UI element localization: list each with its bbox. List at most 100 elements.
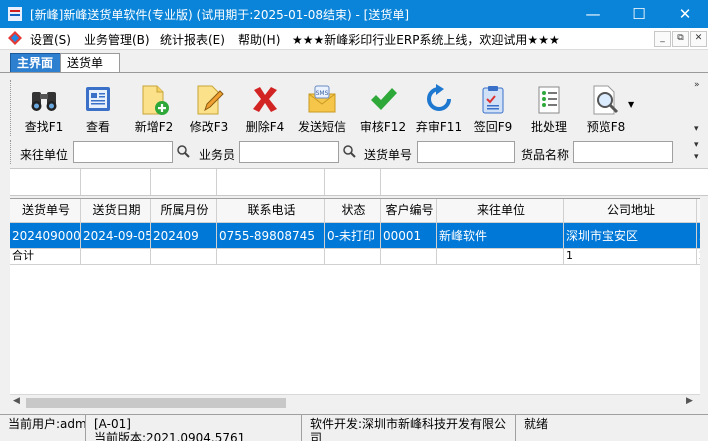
filter-customize-icon[interactable]: ▾ xyxy=(694,152,699,162)
delete-button[interactable]: 删除F4 xyxy=(238,80,292,136)
salesman-label: 业务员 xyxy=(199,148,236,162)
check-icon xyxy=(371,88,397,110)
menu-business[interactable]: 业务管理(B) xyxy=(84,31,150,48)
grid-filter-row[interactable] xyxy=(10,168,708,196)
menu-reports[interactable]: 统计报表(E) xyxy=(160,31,225,48)
column-header[interactable]: 客户编号 xyxy=(381,199,437,223)
goods-name-label: 货品名称 xyxy=(521,148,570,162)
grid-filter-cell[interactable] xyxy=(150,169,217,195)
column-header[interactable]: 状态 xyxy=(325,199,381,223)
cell-customer-no[interactable]: 00001 xyxy=(381,223,437,249)
new-document-icon xyxy=(142,85,169,115)
delete-icon xyxy=(253,87,277,112)
scroll-left-icon[interactable]: ◀ xyxy=(13,396,20,406)
unapprove-button[interactable]: 弃审F11 xyxy=(412,80,466,136)
menu-settings[interactable]: 设置(S) xyxy=(30,31,71,48)
grid-filter-cell[interactable] xyxy=(10,169,81,195)
customer-input[interactable] xyxy=(73,141,173,163)
grid-filter-cell[interactable] xyxy=(216,169,325,195)
cell-month[interactable]: 202409 xyxy=(151,223,217,249)
cell-order-no[interactable]: 2024090001 xyxy=(10,223,81,249)
salesman-search-icon[interactable] xyxy=(342,144,356,158)
column-header[interactable]: 送货日期 xyxy=(81,199,151,223)
goods-name-input[interactable] xyxy=(573,141,673,163)
approve-label: 审核F12 xyxy=(359,120,407,134)
cell-extra[interactable]: 2 xyxy=(697,223,700,249)
grid-filter-cell[interactable] xyxy=(324,169,381,195)
total-extra: 2 xyxy=(697,249,700,265)
tab-strip: 主界面 送货单 xyxy=(0,50,708,73)
status-state: 就绪 xyxy=(524,417,549,431)
customer-search-icon[interactable] xyxy=(176,144,190,158)
new-button[interactable]: 新增F2 xyxy=(128,80,180,136)
grid-filter-cell[interactable] xyxy=(80,169,151,195)
find-button[interactable]: 查找F1 xyxy=(16,80,72,136)
toolbar-customize-icon[interactable]: ▾ xyxy=(694,124,699,134)
order-no-label: 送货单号 xyxy=(364,148,413,162)
tab-delivery-order[interactable]: 送货单 xyxy=(60,53,120,72)
batch-button[interactable]: 批处理 xyxy=(522,80,576,136)
cell-phone[interactable]: 0755-89808745 xyxy=(217,223,325,249)
table-row[interactable]: 2024090001 2024-09-05 202409 0755-898087… xyxy=(10,223,700,249)
cell-address[interactable]: 深圳市宝安区 xyxy=(564,223,697,249)
sign-back-button[interactable]: 签回F9 xyxy=(466,80,520,136)
customer-label: 来往单位 xyxy=(20,148,69,162)
toolbar-grip[interactable] xyxy=(10,80,13,136)
column-header[interactable]: 所属月份 xyxy=(151,199,217,223)
window-title: [新峰]新峰送货单软件(专业版) (试用期于:2025-01-08结束) - [… xyxy=(30,8,410,22)
minimize-button[interactable]: — xyxy=(570,0,616,28)
grid-header-row: 送货单号 送货日期 所属月份 联系电话 状态 客户编号 来往单位 公司地址 新 xyxy=(10,199,700,223)
column-header[interactable]: 送货单号 xyxy=(10,199,81,223)
cell-customer[interactable]: 新峰软件 xyxy=(437,223,564,249)
scrollbar-thumb[interactable] xyxy=(26,398,286,408)
mdi-child-icon[interactable] xyxy=(8,31,22,45)
cell-status[interactable]: 0-未打印 xyxy=(325,223,381,249)
delivery-order-grid: 送货单号 送货日期 所属月份 联系电话 状态 客户编号 来往单位 公司地址 新 … xyxy=(10,198,700,395)
checklist-icon xyxy=(538,86,560,114)
maximize-button[interactable]: ☐ xyxy=(616,0,662,28)
preview-label: 预览F8 xyxy=(586,120,626,134)
total-cell xyxy=(325,249,381,265)
filter-overflow-icon[interactable]: ▾ xyxy=(694,140,699,150)
undo-icon xyxy=(427,84,451,111)
column-header[interactable]: 联系电话 xyxy=(217,199,325,223)
sms-icon: SMS xyxy=(308,85,336,113)
total-cell xyxy=(151,249,217,265)
scroll-right-icon[interactable]: ▶ xyxy=(686,396,693,406)
total-cell xyxy=(81,249,151,265)
menu-help[interactable]: 帮助(H) xyxy=(238,31,280,48)
approve-button[interactable]: 审核F12 xyxy=(356,80,410,136)
salesman-input[interactable] xyxy=(239,141,339,163)
edit-icon xyxy=(197,85,224,115)
filter-grip[interactable] xyxy=(10,140,13,164)
mdi-restore-button[interactable]: ⧉ xyxy=(672,31,689,47)
toolbar-overflow-icon[interactable]: » xyxy=(694,80,700,90)
edit-button[interactable]: 修改F3 xyxy=(182,80,236,136)
mdi-close-button[interactable]: ✕ xyxy=(690,31,707,47)
status-version: [A-01] 当前版本:2021.0904.5761 xyxy=(86,415,302,441)
find-label: 查找F1 xyxy=(24,120,64,134)
status-bar: 当前用户:admin [A-01] 当前版本:2021.0904.5761 软件… xyxy=(0,414,708,441)
preview-icon xyxy=(593,85,619,115)
send-sms-button[interactable]: SMS 发送短信 xyxy=(294,80,350,136)
total-cell xyxy=(437,249,564,265)
totals-row: 合计 1 2 xyxy=(10,249,700,265)
app-icon xyxy=(8,7,22,21)
close-button[interactable]: ✕ xyxy=(662,0,708,28)
column-header[interactable]: 公司地址 xyxy=(564,199,697,223)
column-header[interactable]: 新 xyxy=(697,199,700,223)
horizontal-scrollbar[interactable]: ◀ ▶ xyxy=(10,394,700,411)
preview-dropdown-icon[interactable]: ▼ xyxy=(628,100,634,109)
column-header[interactable]: 来往单位 xyxy=(437,199,564,223)
view-label: 查看 xyxy=(85,120,110,134)
cell-date[interactable]: 2024-09-05 xyxy=(81,223,151,249)
binoculars-icon xyxy=(31,92,57,111)
total-address-count: 1 xyxy=(564,249,697,265)
preview-button[interactable]: 预览F8 xyxy=(580,80,632,136)
unapprove-label: 弃审F11 xyxy=(415,120,463,134)
menu-bar: 设置(S) 业务管理(B) 统计报表(E) 帮助(H) ★★★新峰彩印行业ERP… xyxy=(0,28,708,50)
mdi-minimize-button[interactable]: _ xyxy=(654,31,671,47)
order-no-input[interactable] xyxy=(417,141,515,163)
delete-label: 删除F4 xyxy=(245,120,285,134)
view-button[interactable]: 查看 xyxy=(72,80,124,136)
